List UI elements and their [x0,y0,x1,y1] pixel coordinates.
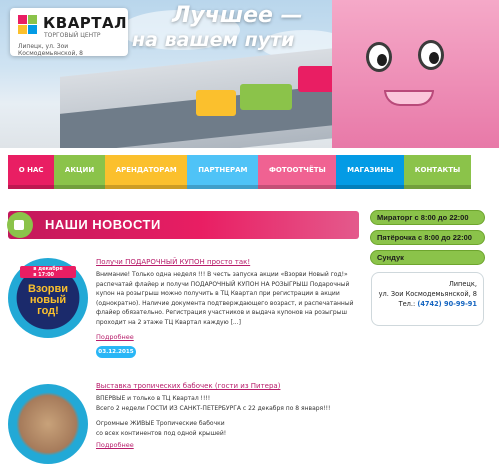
phone-label: Тел.: [398,300,416,308]
nav-item-contacts[interactable]: КОНТАКТЫ [404,155,471,189]
hours-sunduk[interactable]: Сундук [370,250,485,265]
news-title-link[interactable]: Получи ПОДАРОЧНЫЙ КУПОН просто так! [96,258,250,266]
contact-phone[interactable]: (4742) 90-99-91 [417,300,477,308]
contact-street: ул. Зои Космодемьянской, 8 [378,290,477,298]
news-item: Выставка тропических бабочек (гости из П… [8,380,363,464]
mascot-illustration [332,0,499,148]
nav-item-tenants[interactable]: АРЕНДАТОРАМ [104,155,188,189]
logo-address: Липецк, ул. Зои Космодемьянской, 8 [18,43,83,57]
news-text: Внимание! Только одна неделя !!! В честь… [96,271,354,326]
mascot-eye [366,42,392,72]
thumbnail-date-label: в декабре в 17:00 [20,266,76,278]
news-text-line: со всех континентов под одной крышей! [96,430,227,437]
contact-city: Липецк, [448,280,477,288]
news-item: в декабре в 17:00 Взорви новый год! Полу… [8,254,363,364]
contact-box: Липецк, ул. Зои Космодемьянской, 8 Тел.:… [371,272,484,326]
mascot-mouth [384,90,434,106]
news-badge-icon [7,212,33,238]
hero-banner: КВАРТАЛ ТОРГОВЫЙ ЦЕНТР Липецк, ул. Зои К… [0,0,499,148]
hours-miratorg[interactable]: Мираторг с 8:00 до 22:00 [370,210,485,225]
main-nav: О НАС АКЦИИ АРЕНДАТОРАМ ПАРТНЕРАМ ФОТООТ… [8,155,471,189]
store-sign [240,84,292,110]
nav-item-shops[interactable]: МАГАЗИНЫ [336,155,405,189]
slogan-line-1: Лучшее — [172,3,303,28]
hero-slogan: Лучшее — на вашем пути [132,3,303,52]
news-text-line: ВПЕРВЫЕ и только в ТЦ Квартал !!!! [96,395,211,402]
store-sign [196,90,236,116]
site-logo[interactable]: КВАРТАЛ ТОРГОВЫЙ ЦЕНТР Липецк, ул. Зои К… [10,8,128,57]
logo-blocks-icon [18,15,38,35]
nav-item-about[interactable]: О НАС [8,155,55,189]
news-text-line: Огромные ЖИВЫЕ Тропические бабочки [96,420,225,427]
hours-pyaterochka[interactable]: Пятёрочка с 8:00 до 22:00 [370,230,485,245]
nav-item-partners[interactable]: ПАРТНЕРАМ [187,155,259,189]
slogan-line-2: на вашем пути [132,29,295,51]
nav-item-photo-reports[interactable]: ФОТООТЧЁТЫ [258,155,337,189]
mascot-eye [418,40,444,70]
news-title-link[interactable]: Выставка тропических бабочек (гости из П… [96,382,280,390]
read-more-link[interactable]: Подробнее [96,441,134,449]
thumbnail-title: Взорви новый год! [27,283,69,317]
nav-item-promotions[interactable]: АКЦИИ [54,155,105,189]
news-date-badge: 03.12.2015 [96,346,136,358]
news-heading: НАШИ НОВОСТИ [45,217,161,232]
news-text-line: Всего 2 недели ГОСТИ ИЗ САНКТ-ПЕТЕРБУРГА… [96,405,331,412]
logo-name: КВАРТАЛ [43,14,128,32]
read-more-link[interactable]: Подробнее [96,333,134,341]
news-thumbnail[interactable]: в декабре в 17:00 Взорви новый год! [8,258,88,338]
logo-subtitle: ТОРГОВЫЙ ЦЕНТР [44,32,101,39]
news-thumbnail[interactable] [8,384,88,464]
news-heading-bar: НАШИ НОВОСТИ [7,211,359,239]
